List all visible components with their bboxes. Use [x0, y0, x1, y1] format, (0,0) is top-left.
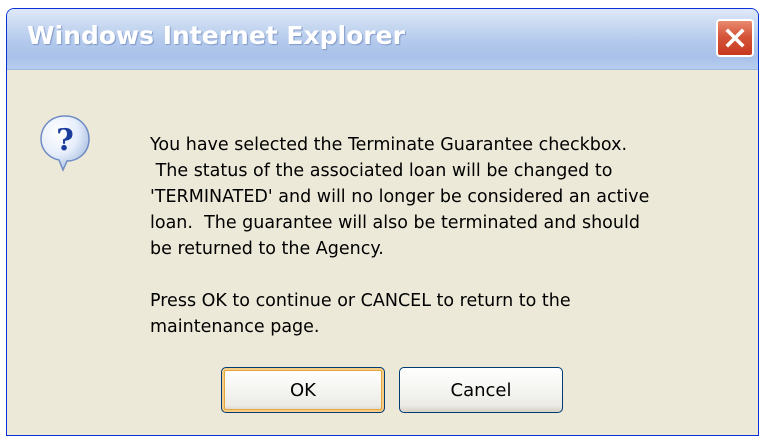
ok-button[interactable]: OK: [221, 367, 385, 413]
close-button[interactable]: [716, 19, 754, 57]
question-icon: ?: [40, 115, 90, 172]
dialog-body: ? You have selected the Terminate Guaran…: [7, 70, 758, 435]
dialog-window: Windows Internet Explorer ? You have sel…: [6, 8, 759, 436]
message-text: You have selected the Terminate Guarante…: [150, 132, 750, 340]
title-bar[interactable]: Windows Internet Explorer: [7, 9, 758, 70]
window-title: Windows Internet Explorer: [27, 21, 405, 50]
svg-text:?: ?: [56, 123, 74, 158]
message-paragraph-instruction: Press OK to continue or CANCEL to return…: [150, 291, 571, 337]
close-icon: [725, 28, 745, 48]
message-paragraph-warning: You have selected the Terminate Guarante…: [150, 135, 650, 259]
cancel-button[interactable]: Cancel: [399, 367, 563, 413]
